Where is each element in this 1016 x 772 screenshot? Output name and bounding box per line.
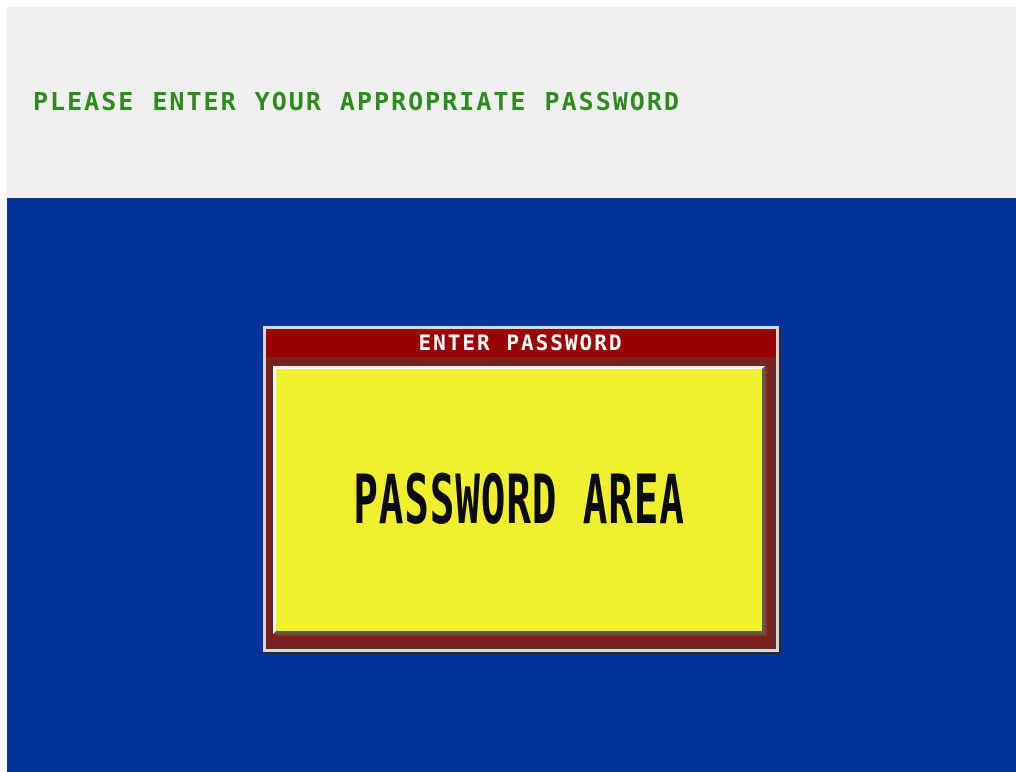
application-screen: PLEASE ENTER YOUR APPROPRIATE PASSWORD E… bbox=[7, 7, 1016, 772]
password-input-area[interactable]: PASSWORD AREA bbox=[273, 366, 765, 634]
password-dialog: ENTER PASSWORD PASSWORD AREA bbox=[263, 326, 779, 652]
main-area: ENTER PASSWORD PASSWORD AREA bbox=[7, 198, 1016, 772]
instruction-banner: PLEASE ENTER YOUR APPROPRIATE PASSWORD bbox=[7, 7, 1016, 198]
password-area-label: PASSWORD AREA bbox=[353, 460, 685, 540]
instruction-text: PLEASE ENTER YOUR APPROPRIATE PASSWORD bbox=[33, 87, 681, 116]
